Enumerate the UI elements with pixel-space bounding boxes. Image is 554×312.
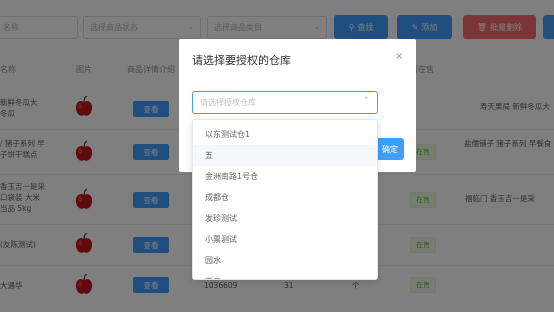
warehouse-select[interactable]: 请选择授权仓库 ⌃ [192,91,378,114]
dialog-title: 请选择要授权的仓库 [192,54,291,67]
dropdown-option[interactable]: 以东测试仓1 [193,124,377,145]
dropdown-option[interactable]: 五 [193,145,377,166]
dropdown-option[interactable]: 发珍测试 [193,208,377,229]
chevron-up-icon: ⌃ [362,96,370,106]
dropdown-option[interactable]: 成都仓 [193,187,377,208]
warehouse-dropdown: 以东测试仓1 五 金洲南路1号仓 成都仓 发珍测试 小票测试 园水 下二 [192,119,378,280]
dropdown-option[interactable]: 金洲南路1号仓 [193,166,377,187]
warehouse-select-placeholder: 请选择授权仓库 [200,98,256,107]
dropdown-option[interactable]: 园水 [193,250,377,271]
close-icon[interactable]: × [395,51,403,62]
dropdown-option[interactable]: 小票测试 [193,229,377,250]
dropdown-option[interactable]: 下二 [193,271,377,279]
